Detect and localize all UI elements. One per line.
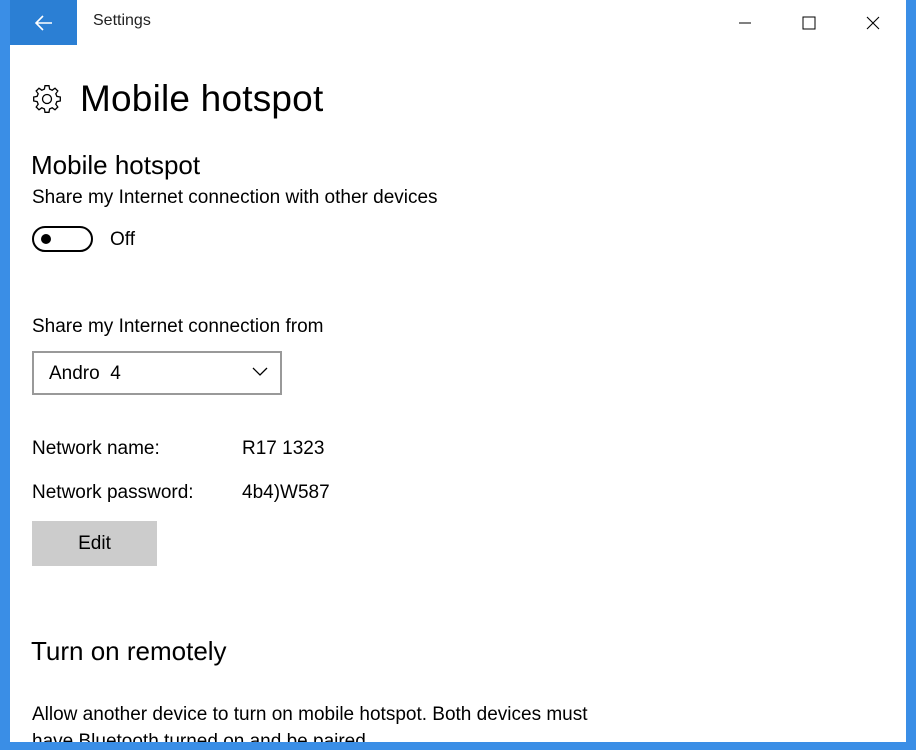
- network-name-label: Network name:: [32, 438, 160, 459]
- title-bar: Settings: [10, 0, 906, 45]
- minimize-button[interactable]: [722, 0, 768, 45]
- toggle-knob: [41, 234, 51, 244]
- dropdown-selected-value: Andro 4: [49, 363, 121, 384]
- network-password-label: Network password:: [32, 482, 194, 503]
- app-title: Settings: [93, 12, 151, 29]
- close-icon: [866, 16, 880, 29]
- share-connection-label: Share my Internet connection with other …: [32, 187, 438, 208]
- back-arrow-icon: [34, 14, 52, 31]
- maximize-icon: [802, 16, 816, 29]
- settings-window: Settings Mobile hotspot Mobile hotspot S…: [10, 0, 906, 742]
- share-from-label: Share my Internet connection from: [32, 316, 324, 337]
- connection-source-dropdown[interactable]: Andro 4: [32, 351, 282, 395]
- gear-icon: [33, 85, 61, 113]
- remote-description: Allow another device to turn on mobile h…: [32, 704, 588, 742]
- section-title-turn-on-remotely: Turn on remotely: [31, 636, 227, 666]
- network-name-value: R17 1323: [242, 438, 325, 459]
- section-title-mobile-hotspot: Mobile hotspot: [31, 150, 201, 180]
- page-header: Mobile hotspot: [32, 78, 323, 120]
- edit-button[interactable]: Edit: [32, 521, 157, 566]
- close-button[interactable]: [850, 0, 896, 45]
- hotspot-toggle[interactable]: [32, 226, 93, 252]
- maximize-button[interactable]: [786, 0, 832, 45]
- back-button[interactable]: [10, 0, 77, 45]
- network-password-value: 4b4)W587: [242, 482, 330, 503]
- toggle-state-label: Off: [110, 229, 135, 250]
- minimize-icon: [739, 22, 751, 23]
- chevron-down-icon: [252, 367, 268, 376]
- page-title: Mobile hotspot: [80, 78, 324, 119]
